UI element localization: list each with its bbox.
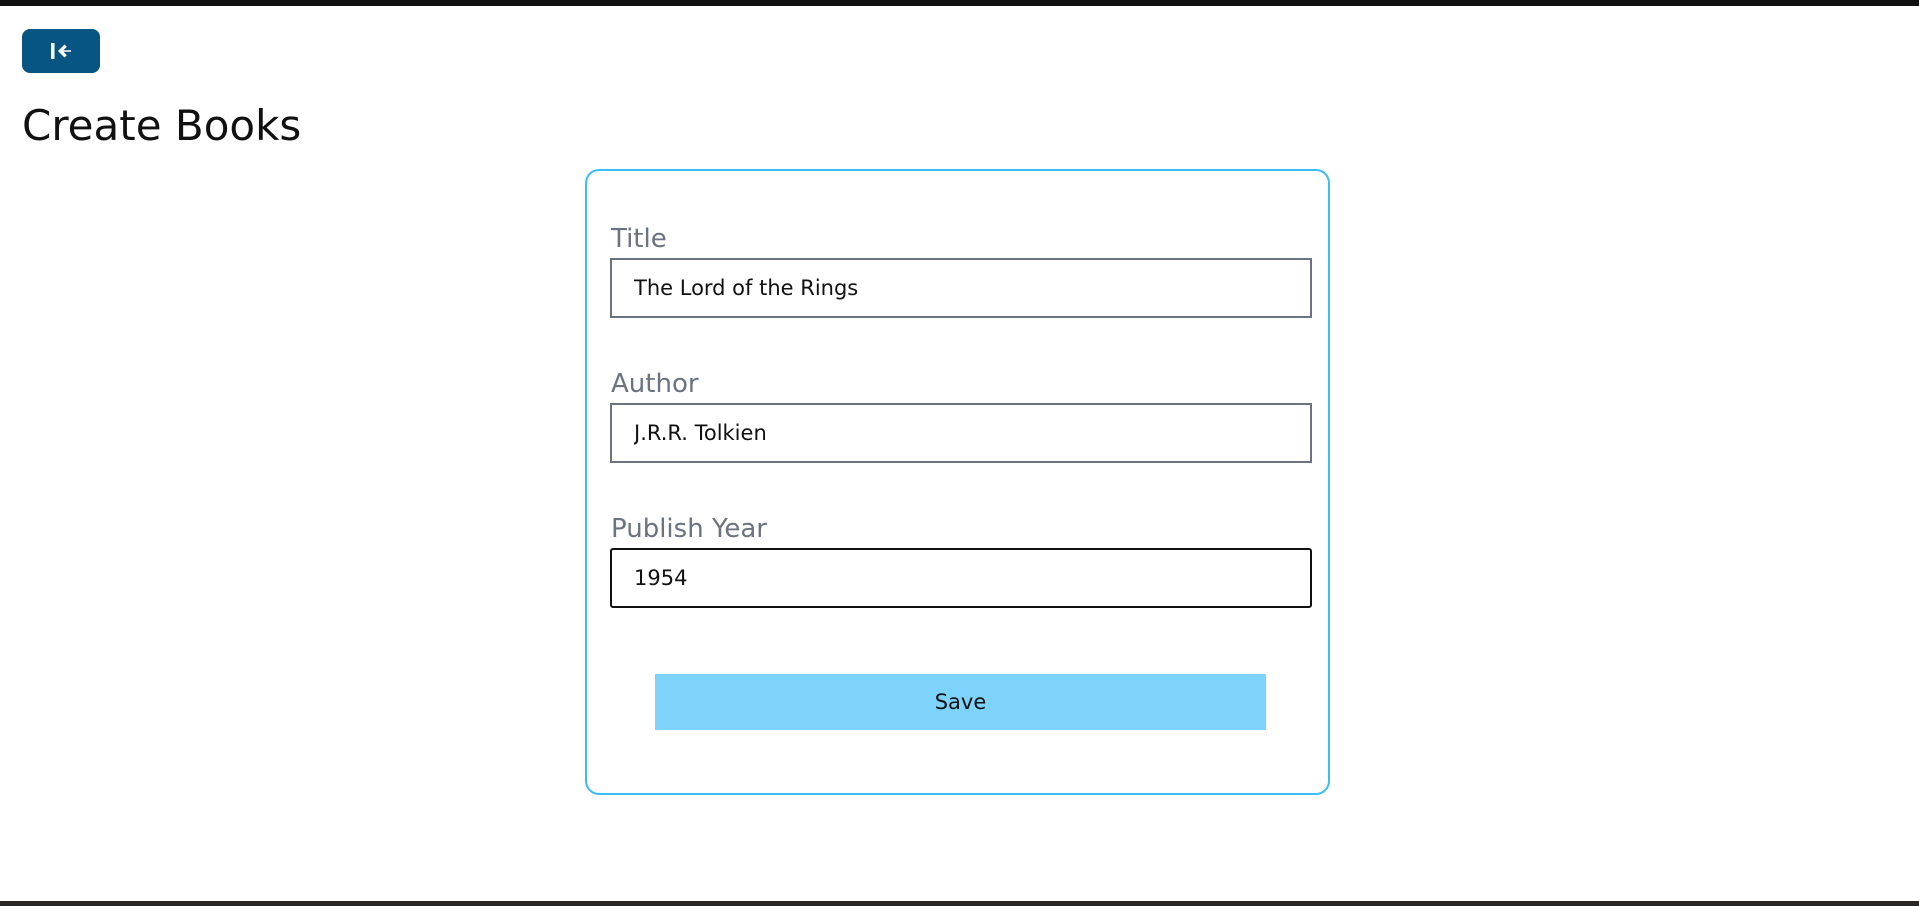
title-label: Title <box>611 224 667 254</box>
book-form-card: Title Author Publish Year Save <box>585 169 1330 795</box>
publish-year-input[interactable] <box>610 548 1312 608</box>
save-button[interactable]: Save <box>655 674 1266 730</box>
publish-year-label: Publish Year <box>611 514 767 544</box>
author-label: Author <box>611 369 699 399</box>
arrow-left-to-line-icon <box>49 41 73 61</box>
create-book-page: Create Books Title Author Publish Year S… <box>0 6 1919 901</box>
window-bottom-strip <box>0 901 1919 906</box>
back-button[interactable] <box>22 29 100 73</box>
author-input[interactable] <box>610 403 1312 463</box>
title-input[interactable] <box>610 258 1312 318</box>
page-title: Create Books <box>22 101 302 150</box>
